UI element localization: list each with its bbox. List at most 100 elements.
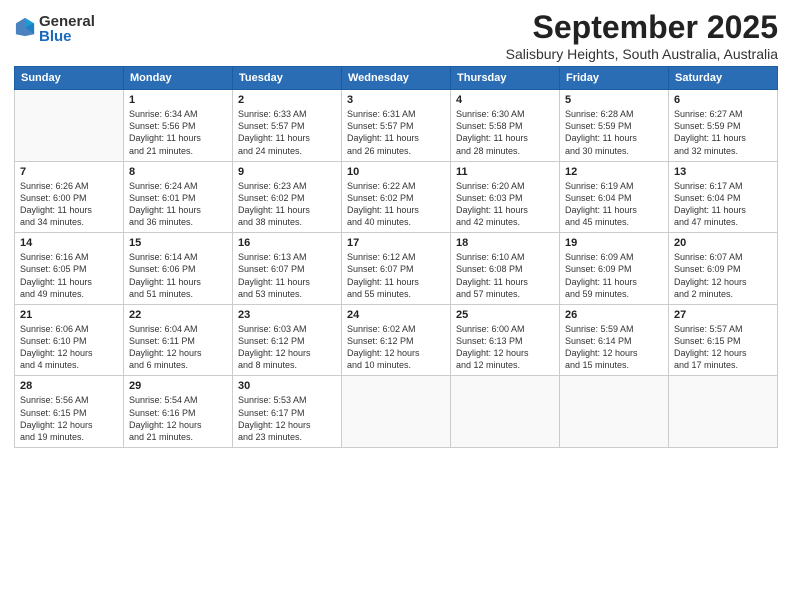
header: General Blue September 2025 Salisbury He… [14,10,778,62]
calendar-table: SundayMondayTuesdayWednesdayThursdayFrid… [14,66,778,448]
day-info: Sunrise: 6:07 AMSunset: 6:09 PMDaylight:… [674,251,772,300]
calendar-cell: 20 Sunrise: 6:07 AMSunset: 6:09 PMDayligh… [669,233,778,305]
calendar-header-wednesday: Wednesday [342,67,451,90]
calendar-header-tuesday: Tuesday [233,67,342,90]
day-info: Sunrise: 5:57 AMSunset: 6:15 PMDaylight:… [674,323,772,372]
day-info: Sunrise: 6:23 AMSunset: 6:02 PMDaylight:… [238,180,336,229]
calendar-cell: 25 Sunrise: 6:00 AMSunset: 6:13 PMDayligh… [451,304,560,376]
day-number: 20 [674,237,772,249]
day-number: 12 [565,166,663,178]
day-info: Sunrise: 6:28 AMSunset: 5:59 PMDaylight:… [565,108,663,157]
day-info: Sunrise: 6:10 AMSunset: 6:08 PMDaylight:… [456,251,554,300]
day-number: 3 [347,94,445,106]
calendar-cell: 27 Sunrise: 5:57 AMSunset: 6:15 PMDayligh… [669,304,778,376]
calendar-cell: 5 Sunrise: 6:28 AMSunset: 5:59 PMDaylight… [560,90,669,162]
calendar-cell: 4 Sunrise: 6:30 AMSunset: 5:58 PMDaylight… [451,90,560,162]
day-number: 21 [20,309,118,321]
calendar-cell: 9 Sunrise: 6:23 AMSunset: 6:02 PMDaylight… [233,161,342,233]
day-info: Sunrise: 6:04 AMSunset: 6:11 PMDaylight:… [129,323,227,372]
calendar-week-row-1: 1Sunrise: 6:34 AMSunset: 5:56 PMDaylight… [15,90,778,162]
calendar-header-row: SundayMondayTuesdayWednesdayThursdayFrid… [15,67,778,90]
day-number: 11 [456,166,554,178]
calendar-cell: 2 Sunrise: 6:33 AMSunset: 5:57 PMDaylight… [233,90,342,162]
logo-blue-text: Blue [39,29,95,46]
calendar-cell: 23Sunrise: 6:03 AMSunset: 6:12 PMDayligh… [233,304,342,376]
day-number: 10 [347,166,445,178]
calendar-cell: 22 Sunrise: 6:04 AMSunset: 6:11 PMDayligh… [124,304,233,376]
day-info: Sunrise: 6:22 AMSunset: 6:02 PMDaylight:… [347,180,445,229]
calendar-cell: 16 Sunrise: 6:13 AMSunset: 6:07 PMDayligh… [233,233,342,305]
page: General Blue September 2025 Salisbury He… [0,0,792,612]
calendar-week-row-4: 21Sunrise: 6:06 AMSunset: 6:10 PMDayligh… [15,304,778,376]
day-info: Sunrise: 6:14 AMSunset: 6:06 PMDaylight:… [129,251,227,300]
day-info: Sunrise: 6:17 AMSunset: 6:04 PMDaylight:… [674,180,772,229]
calendar-header-monday: Monday [124,67,233,90]
day-info: Sunrise: 6:19 AMSunset: 6:04 PMDaylight:… [565,180,663,229]
calendar-cell: 30 Sunrise: 5:53 AMSunset: 6:17 PMDayligh… [233,376,342,448]
calendar-cell: 15 Sunrise: 6:14 AMSunset: 6:06 PMDayligh… [124,233,233,305]
day-info: Sunrise: 5:54 AMSunset: 6:16 PMDaylight:… [129,394,227,443]
calendar-cell: 11 Sunrise: 6:20 AMSunset: 6:03 PMDayligh… [451,161,560,233]
day-number: 4 [456,94,554,106]
calendar-header-friday: Friday [560,67,669,90]
calendar-week-row-2: 7Sunrise: 6:26 AMSunset: 6:00 PMDaylight… [15,161,778,233]
day-number: 13 [674,166,772,178]
logo-icon [15,16,35,38]
calendar-cell: 26 Sunrise: 5:59 AMSunset: 6:14 PMDayligh… [560,304,669,376]
day-number: 24 [347,309,445,321]
day-number: 25 [456,309,554,321]
day-number: 28 [20,380,118,392]
day-info: Sunrise: 6:09 AMSunset: 6:09 PMDaylight:… [565,251,663,300]
day-info: Sunrise: 6:20 AMSunset: 6:03 PMDaylight:… [456,180,554,229]
calendar-cell: 6 Sunrise: 6:27 AMSunset: 5:59 PMDaylight… [669,90,778,162]
logo: General Blue [14,14,95,45]
calendar-subtitle: Salisbury Heights, South Australia, Aust… [506,46,778,62]
day-info: Sunrise: 6:00 AMSunset: 6:13 PMDaylight:… [456,323,554,372]
day-info: Sunrise: 6:13 AMSunset: 6:07 PMDaylight:… [238,251,336,300]
calendar-cell: 8Sunrise: 6:24 AMSunset: 6:01 PMDaylight… [124,161,233,233]
calendar-cell: 17Sunrise: 6:12 AMSunset: 6:07 PMDayligh… [342,233,451,305]
calendar-cell: 13 Sunrise: 6:17 AMSunset: 6:04 PMDayligh… [669,161,778,233]
day-info: Sunrise: 6:02 AMSunset: 6:12 PMDaylight:… [347,323,445,372]
calendar-cell: 18 Sunrise: 6:10 AMSunset: 6:08 PMDayligh… [451,233,560,305]
calendar-header-sunday: Sunday [15,67,124,90]
title-block: September 2025 Salisbury Heights, South … [506,10,778,62]
day-info: Sunrise: 6:27 AMSunset: 5:59 PMDaylight:… [674,108,772,157]
day-number: 23 [238,309,336,321]
day-number: 14 [20,237,118,249]
day-number: 15 [129,237,227,249]
day-number: 6 [674,94,772,106]
calendar-cell: 14Sunrise: 6:16 AMSunset: 6:05 PMDayligh… [15,233,124,305]
calendar-cell: 21Sunrise: 6:06 AMSunset: 6:10 PMDayligh… [15,304,124,376]
day-info: Sunrise: 6:24 AMSunset: 6:01 PMDaylight:… [129,180,227,229]
day-info: Sunrise: 6:30 AMSunset: 5:58 PMDaylight:… [456,108,554,157]
day-number: 29 [129,380,227,392]
calendar-cell: 1Sunrise: 6:34 AMSunset: 5:56 PMDaylight… [124,90,233,162]
day-info: Sunrise: 5:56 AMSunset: 6:15 PMDaylight:… [20,394,118,443]
day-info: Sunrise: 6:33 AMSunset: 5:57 PMDaylight:… [238,108,336,157]
calendar-cell [669,376,778,448]
day-number: 18 [456,237,554,249]
day-number: 26 [565,309,663,321]
day-number: 16 [238,237,336,249]
calendar-cell [451,376,560,448]
calendar-cell [15,90,124,162]
day-number: 1 [129,94,227,106]
calendar-cell: 29 Sunrise: 5:54 AMSunset: 6:16 PMDayligh… [124,376,233,448]
calendar-cell: 19 Sunrise: 6:09 AMSunset: 6:09 PMDayligh… [560,233,669,305]
day-number: 9 [238,166,336,178]
calendar-cell: 7Sunrise: 6:26 AMSunset: 6:00 PMDaylight… [15,161,124,233]
day-number: 5 [565,94,663,106]
day-number: 19 [565,237,663,249]
calendar-cell: 3Sunrise: 6:31 AMSunset: 5:57 PMDaylight… [342,90,451,162]
day-number: 22 [129,309,227,321]
day-info: Sunrise: 5:53 AMSunset: 6:17 PMDaylight:… [238,394,336,443]
day-number: 2 [238,94,336,106]
calendar-week-row-3: 14Sunrise: 6:16 AMSunset: 6:05 PMDayligh… [15,233,778,305]
calendar-cell: 10 Sunrise: 6:22 AMSunset: 6:02 PMDayligh… [342,161,451,233]
day-number: 27 [674,309,772,321]
day-info: Sunrise: 6:26 AMSunset: 6:00 PMDaylight:… [20,180,118,229]
day-number: 30 [238,380,336,392]
calendar-cell [342,376,451,448]
day-info: Sunrise: 5:59 AMSunset: 6:14 PMDaylight:… [565,323,663,372]
